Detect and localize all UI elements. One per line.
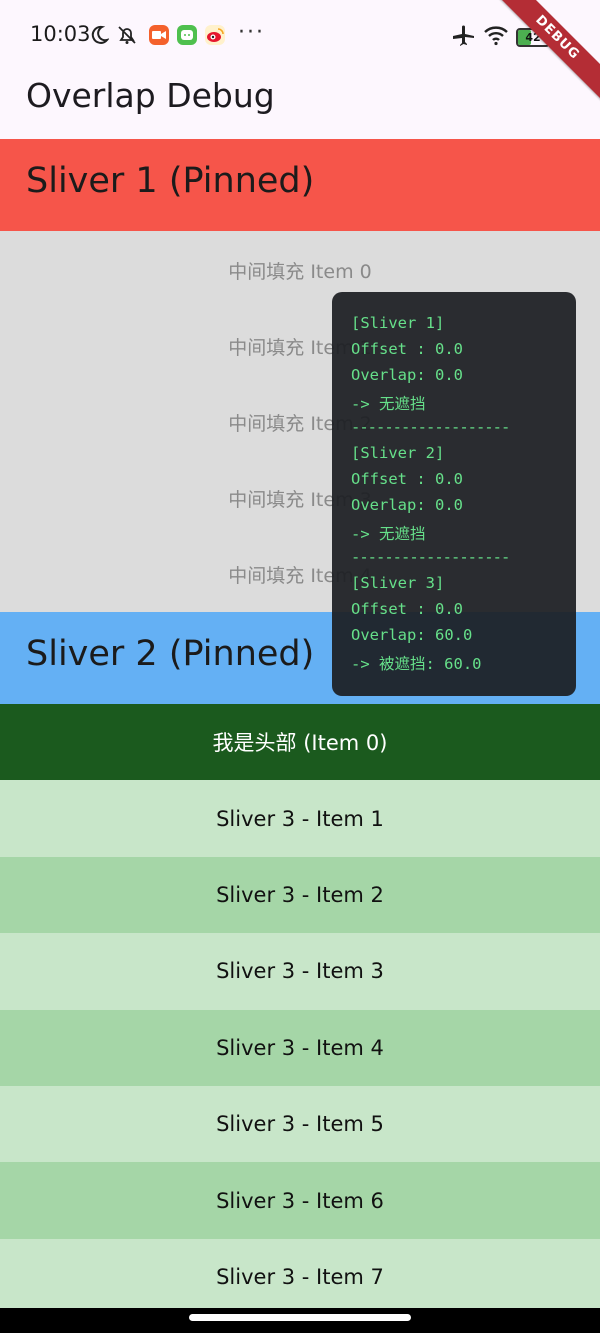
sliver-2-title: Sliver 2 (Pinned): [26, 634, 315, 674]
list-item: 中间填充 Item 0: [228, 261, 372, 283]
debug-line: -> 无遮挡: [351, 395, 426, 413]
sliver-1-header: Sliver 1 (Pinned): [0, 139, 600, 231]
debug-line: Offset : 0.0: [351, 470, 463, 488]
list-item[interactable]: Sliver 3 - Item 6: [0, 1162, 600, 1239]
debug-separator: -------------------: [351, 548, 510, 566]
app-bar: Overlap Debug: [0, 70, 600, 138]
debug-line: Overlap: 60.0: [351, 626, 473, 644]
status-bar: 10:03 ··· 42: [0, 0, 600, 70]
debug-line: [Sliver 1]: [351, 314, 445, 332]
list-item[interactable]: Sliver 3 - Item 7: [0, 1238, 600, 1316]
debug-line: Overlap: 0.0: [351, 366, 463, 384]
debug-line: [Sliver 2]: [351, 444, 445, 462]
debug-line: -> 被遮挡: 60.0: [351, 655, 482, 673]
list-item[interactable]: Sliver 3 - Item 5: [0, 1085, 600, 1163]
bell-off-icon: [114, 22, 140, 48]
debug-line: -> 无遮挡: [351, 525, 426, 543]
list-item[interactable]: Sliver 3 - Item 1: [0, 780, 600, 857]
debug-line: Offset : 0.0: [351, 340, 463, 358]
sliver-1-title: Sliver 1 (Pinned): [26, 161, 315, 201]
debug-line: [Sliver 3]: [351, 574, 445, 592]
list-item[interactable]: Sliver 3 - Item 4: [0, 1009, 600, 1086]
list-item[interactable]: Sliver 3 - Item 2: [0, 856, 600, 934]
weibo-app-icon: [205, 25, 225, 45]
status-time: 10:03: [30, 22, 91, 46]
airplane-mode-icon: [450, 22, 476, 48]
page-title: Overlap Debug: [26, 76, 275, 115]
debug-line: Overlap: 0.0: [351, 496, 463, 514]
wifi-icon: [483, 22, 509, 48]
more-notifications-icon: ···: [238, 20, 265, 45]
list-item[interactable]: Sliver 3 - Item 3: [0, 933, 600, 1010]
video-app-icon: [149, 25, 169, 45]
sliver-3-list[interactable]: 我是头部 (Item 0) Sliver 3 - Item 1 Sliver 3…: [0, 704, 600, 1316]
debug-line: Offset : 0.0: [351, 600, 463, 618]
wechat-app-icon: [177, 25, 197, 45]
moon-icon: [86, 22, 112, 48]
debug-separator: -------------------: [351, 418, 510, 436]
sliver-3-header-item[interactable]: 我是头部 (Item 0): [0, 704, 600, 781]
home-indicator[interactable]: [189, 1314, 411, 1321]
debug-overlay-panel: [Sliver 1] Offset : 0.0 Overlap: 0.0 -> …: [332, 292, 576, 696]
